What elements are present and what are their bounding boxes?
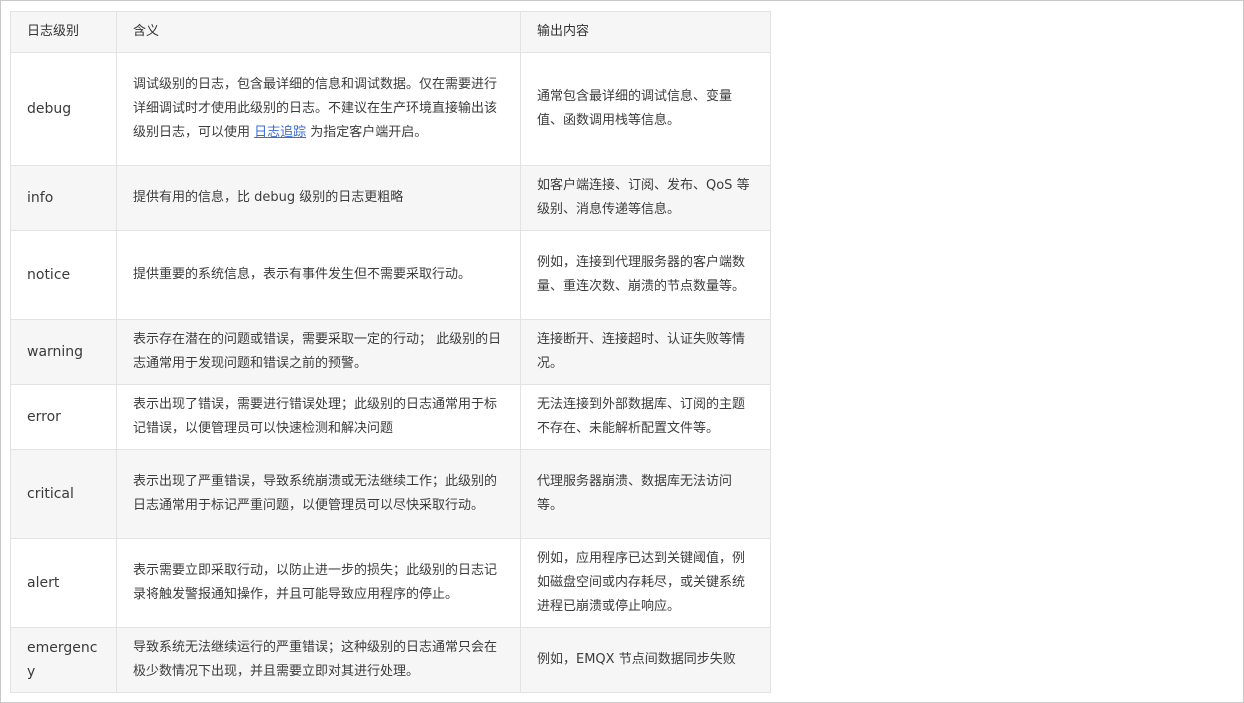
table-row-emergency: emergency 导致系统无法继续运行的严重错误；这种级别的日志通常只会在极少…: [10, 627, 771, 693]
output-cell: 如客户端连接、订阅、发布、QoS 等级别、消息传递等信息。: [520, 165, 771, 231]
level-cell: warning: [10, 319, 117, 385]
output-cell: 通常包含最详细的调试信息、变量值、函数调用栈等信息。: [520, 52, 771, 166]
meaning-cell: 提供有用的信息，比 debug 级别的日志更粗略: [116, 165, 521, 231]
level-cell: debug: [10, 52, 117, 166]
table-row-critical: critical 表示出现了严重错误，导致系统崩溃或无法继续工作；此级别的日志通…: [10, 449, 771, 539]
header-meaning: 含义: [116, 11, 521, 53]
output-cell: 例如，连接到代理服务器的客户端数量、重连次数、崩溃的节点数量等。: [520, 230, 771, 320]
level-cell: alert: [10, 538, 117, 628]
output-cell: 连接断开、连接超时、认证失败等情况。: [520, 319, 771, 385]
level-cell: error: [10, 384, 117, 450]
meaning-cell: 调试级别的日志，包含最详细的信息和调试数据。仅在需要进行详细调试时才使用此级别的…: [116, 52, 521, 166]
table-row-alert: alert 表示需要立即采取行动，以防止进一步的损失；此级别的日志记录将触发警报…: [10, 538, 771, 628]
level-cell: critical: [10, 449, 117, 539]
meaning-cell: 表示需要立即采取行动，以防止进一步的损失；此级别的日志记录将触发警报通知操作，并…: [116, 538, 521, 628]
table-row-info: info 提供有用的信息，比 debug 级别的日志更粗略 如客户端连接、订阅、…: [10, 165, 771, 231]
page-frame: 日志级别 含义 输出内容 debug 调试级别的日志，包含最详细的信息和调试数据…: [0, 0, 1244, 703]
table-row-warning: warning 表示存在潜在的问题或错误，需要采取一定的行动； 此级别的日志通常…: [10, 319, 771, 385]
log-trace-link[interactable]: 日志追踪: [254, 125, 306, 140]
header-output: 输出内容: [520, 11, 771, 53]
header-log-level: 日志级别: [10, 11, 117, 53]
meaning-text-tail: 为指定客户端开启。: [306, 125, 428, 140]
meaning-cell: 表示出现了错误，需要进行错误处理；此级别的日志通常用于标记错误，以便管理员可以快…: [116, 384, 521, 450]
output-cell: 例如，EMQX 节点间数据同步失败: [520, 627, 771, 693]
table-row-notice: notice 提供重要的系统信息，表示有事件发生但不需要采取行动。 例如，连接到…: [10, 230, 771, 320]
output-cell: 无法连接到外部数据库、订阅的主题不存在、未能解析配置文件等。: [520, 384, 771, 450]
level-cell: emergency: [10, 627, 117, 693]
meaning-cell: 导致系统无法继续运行的严重错误；这种级别的日志通常只会在极少数情况下出现，并且需…: [116, 627, 521, 693]
output-cell: 代理服务器崩溃、数据库无法访问等。: [520, 449, 771, 539]
table-row-error: error 表示出现了错误，需要进行错误处理；此级别的日志通常用于标记错误，以便…: [10, 384, 771, 450]
meaning-cell: 提供重要的系统信息，表示有事件发生但不需要采取行动。: [116, 230, 521, 320]
meaning-cell: 表示存在潜在的问题或错误，需要采取一定的行动； 此级别的日志通常用于发现问题和错…: [116, 319, 521, 385]
log-level-table: 日志级别 含义 输出内容 debug 调试级别的日志，包含最详细的信息和调试数据…: [10, 11, 771, 693]
table-header-row: 日志级别 含义 输出内容: [10, 11, 771, 53]
output-cell: 例如，应用程序已达到关键阈值，例如磁盘空间或内存耗尽，或关键系统进程已崩溃或停止…: [520, 538, 771, 628]
meaning-cell: 表示出现了严重错误，导致系统崩溃或无法继续工作；此级别的日志通常用于标记严重问题…: [116, 449, 521, 539]
level-cell: notice: [10, 230, 117, 320]
table-row-debug: debug 调试级别的日志，包含最详细的信息和调试数据。仅在需要进行详细调试时才…: [10, 52, 771, 166]
level-cell: info: [10, 165, 117, 231]
